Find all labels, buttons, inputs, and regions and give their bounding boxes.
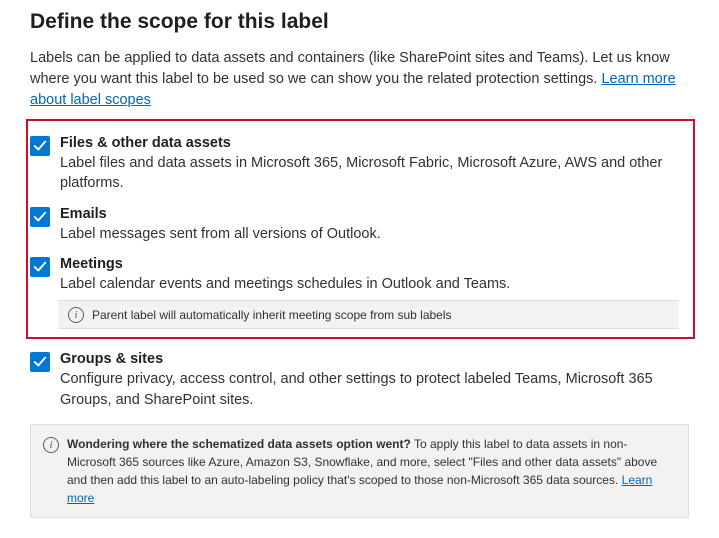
info-icon: i: [68, 307, 84, 323]
schematized-info-box: i Wondering where the schematized data a…: [30, 424, 689, 518]
option-files-title: Files & other data assets: [60, 135, 679, 151]
info-box-lead: Wondering where the schematized data ass…: [67, 437, 411, 451]
option-meetings-desc: Label calendar events and meetings sched…: [60, 274, 679, 294]
option-meetings-title: Meetings: [60, 256, 679, 272]
check-icon: [33, 260, 47, 274]
checkbox-groups[interactable]: [30, 352, 50, 372]
option-files-desc: Label files and data assets in Microsoft…: [60, 153, 679, 194]
intro-paragraph: Labels can be applied to data assets and…: [30, 48, 689, 111]
option-files: Files & other data assets Label files an…: [30, 135, 679, 194]
intro-text: Labels can be applied to data assets and…: [30, 50, 670, 87]
label-scope-page: Define the scope for this label Labels c…: [0, 0, 719, 538]
check-icon: [33, 210, 47, 224]
highlighted-scope-group: Files & other data assets Label files an…: [26, 119, 695, 339]
checkbox-meetings[interactable]: [30, 257, 50, 277]
check-icon: [33, 139, 47, 153]
page-title: Define the scope for this label: [30, 10, 689, 34]
checkbox-files[interactable]: [30, 136, 50, 156]
option-groups: Groups & sites Configure privacy, access…: [30, 351, 689, 410]
option-groups-title: Groups & sites: [60, 351, 689, 367]
option-emails-desc: Label messages sent from all versions of…: [60, 224, 679, 244]
option-emails: Emails Label messages sent from all vers…: [30, 206, 679, 244]
check-icon: [33, 355, 47, 369]
option-meetings: Meetings Label calendar events and meeti…: [30, 256, 679, 294]
checkbox-emails[interactable]: [30, 207, 50, 227]
option-groups-desc: Configure privacy, access control, and o…: [60, 369, 689, 410]
inherit-note-bar: i Parent label will automatically inheri…: [58, 300, 679, 329]
info-icon: i: [43, 437, 59, 453]
option-emails-title: Emails: [60, 206, 679, 222]
inherit-note-text: Parent label will automatically inherit …: [92, 308, 452, 322]
